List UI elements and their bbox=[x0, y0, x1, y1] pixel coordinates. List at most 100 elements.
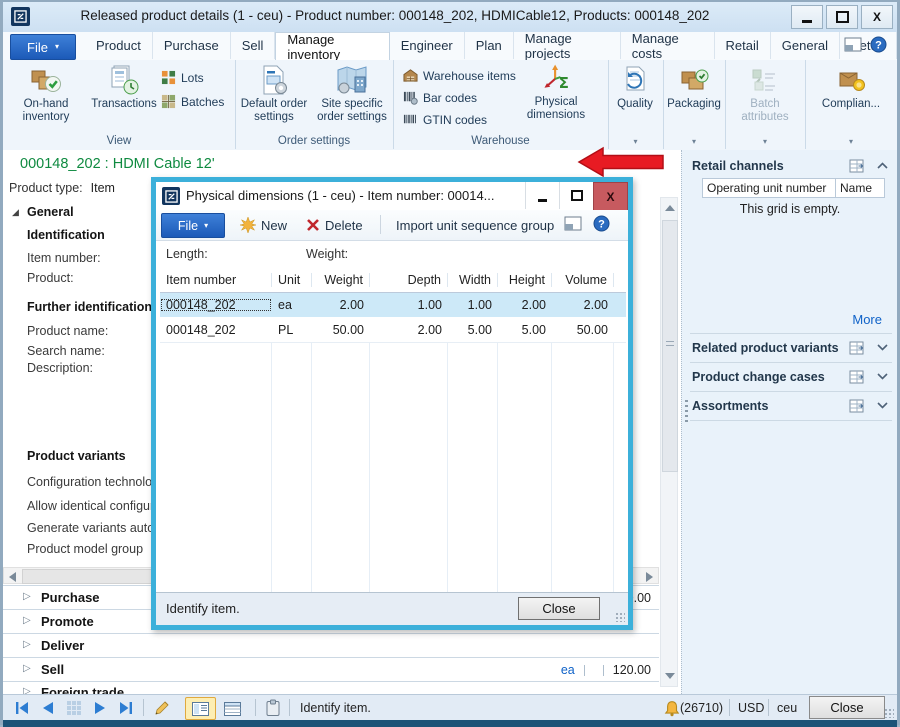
minimize-button[interactable] bbox=[791, 5, 823, 29]
column-operating-unit-number[interactable]: Operating unit number bbox=[702, 178, 836, 198]
last-record-icon[interactable] bbox=[117, 699, 135, 717]
tab-manage-inventory[interactable]: Manage inventory bbox=[275, 32, 389, 62]
tree-item-allow-identical[interactable]: Allow identical configurations bbox=[27, 499, 152, 515]
tab-retail[interactable]: Retail bbox=[715, 32, 771, 59]
tab-product[interactable]: Product bbox=[85, 32, 153, 59]
chevron-up-icon[interactable] bbox=[877, 162, 888, 169]
grid-row-selected[interactable]: 000148_202 ea 2.00 1.00 1.00 2.00 2.00 bbox=[160, 293, 626, 317]
warehouse-items-button[interactable]: Warehouse items bbox=[403, 66, 516, 85]
toggle-pane-icon[interactable] bbox=[844, 37, 862, 52]
tree-item-product-name[interactable]: Product name: bbox=[27, 324, 108, 340]
dialog-file-menu-button[interactable]: File ▾ bbox=[161, 213, 225, 238]
tree-item-item-number[interactable]: Item number: bbox=[27, 251, 101, 267]
batches-button[interactable]: Batches bbox=[161, 92, 224, 111]
factbox-assortments[interactable]: Assortments bbox=[692, 394, 890, 420]
default-order-settings-button[interactable]: Default order settings bbox=[237, 64, 311, 124]
column-depth[interactable]: Depth bbox=[370, 273, 448, 287]
company-indicator[interactable]: ceu bbox=[777, 701, 797, 715]
dialog-close-button[interactable]: X bbox=[593, 182, 628, 211]
column-unit[interactable]: Unit bbox=[272, 273, 312, 287]
tree-item-search-name[interactable]: Search name: bbox=[27, 344, 105, 360]
scroll-down-icon[interactable] bbox=[665, 673, 675, 679]
statusbar-close-button[interactable]: Close bbox=[809, 696, 885, 719]
tab-general[interactable]: General bbox=[771, 32, 840, 59]
file-menu-button[interactable]: File ▾ bbox=[10, 34, 76, 60]
dialog-maximize-button[interactable] bbox=[559, 182, 593, 209]
scroll-right-icon[interactable] bbox=[646, 572, 653, 582]
tree-item-identification[interactable]: Identification bbox=[27, 228, 105, 244]
fasttab-foreign-trade[interactable]: ▷ Foreign trade bbox=[3, 681, 659, 694]
tree-item-generate-variants[interactable]: Generate variants automatically bbox=[27, 521, 152, 537]
compliance-dropdown-icon[interactable]: ▾ bbox=[805, 137, 897, 146]
site-specific-order-settings-button[interactable]: Site specific order settings bbox=[315, 64, 389, 124]
currency-indicator[interactable]: USD bbox=[738, 701, 764, 715]
window-resize-grip[interactable] bbox=[884, 708, 894, 718]
scroll-left-icon[interactable] bbox=[9, 572, 16, 582]
column-volume[interactable]: Volume bbox=[552, 273, 614, 287]
grid-view-icon[interactable] bbox=[65, 699, 83, 717]
factbox-retail-channels[interactable]: Retail channels bbox=[692, 154, 890, 180]
column-item-number[interactable]: Item number bbox=[160, 273, 272, 287]
column-height[interactable]: Height bbox=[498, 273, 552, 287]
fasttab-sell[interactable]: ▷ Sell ea120.00 bbox=[3, 657, 659, 682]
new-button[interactable]: New bbox=[240, 214, 287, 236]
dialog-minimize-button[interactable] bbox=[525, 182, 559, 209]
tree-item-product-model-group[interactable]: Product model group bbox=[27, 542, 143, 558]
tree-item-description[interactable]: Description: bbox=[27, 361, 93, 377]
next-record-icon[interactable] bbox=[91, 699, 109, 717]
packaging-button[interactable]: Packaging bbox=[657, 64, 731, 111]
help-icon[interactable]: ? bbox=[870, 36, 887, 53]
dialog-close-action-button[interactable]: Close bbox=[518, 597, 600, 620]
tree-item-further-identification[interactable]: Further identification bbox=[27, 300, 152, 316]
factbox-related-product-variants[interactable]: Related product variants bbox=[692, 336, 890, 362]
maximize-button[interactable] bbox=[826, 5, 858, 29]
factbox-product-change-cases[interactable]: Product change cases bbox=[692, 365, 890, 391]
tree-item-product-variants[interactable]: Product variants bbox=[27, 449, 126, 465]
attachments-icon[interactable] bbox=[264, 699, 282, 717]
chevron-down-icon[interactable] bbox=[877, 373, 888, 380]
bar-codes-button[interactable]: Bar codes bbox=[403, 88, 516, 107]
tree-item-configuration-technology[interactable]: Configuration technology bbox=[27, 475, 152, 491]
close-button[interactable]: X bbox=[861, 5, 893, 29]
tab-plan[interactable]: Plan bbox=[465, 32, 514, 59]
edit-record-icon[interactable] bbox=[153, 699, 171, 717]
column-name[interactable]: Name bbox=[836, 178, 885, 198]
fasttab-deliver[interactable]: ▷ Deliver bbox=[3, 633, 659, 658]
vertical-scrollbar[interactable] bbox=[660, 197, 678, 687]
pane-drag-handle[interactable] bbox=[685, 400, 688, 422]
chevron-down-icon[interactable] bbox=[877, 402, 888, 409]
compliance-button[interactable]: Complian... bbox=[814, 64, 888, 111]
gtin-codes-button[interactable]: GTIN codes bbox=[403, 110, 516, 129]
grid-view-toggle[interactable] bbox=[217, 697, 248, 720]
tab-manage-projects[interactable]: Manage projects bbox=[514, 32, 621, 59]
packaging-dropdown-icon[interactable]: ▾ bbox=[663, 137, 725, 146]
onhand-inventory-button[interactable]: On-hand inventory bbox=[9, 64, 83, 124]
notifications-count[interactable]: (26710) bbox=[680, 701, 723, 715]
resize-grip[interactable] bbox=[615, 612, 625, 622]
tree-item-general[interactable]: ◢General bbox=[27, 205, 74, 221]
scroll-up-icon[interactable] bbox=[665, 205, 675, 211]
column-weight[interactable]: Weight bbox=[312, 273, 370, 287]
tab-purchase[interactable]: Purchase bbox=[153, 32, 231, 59]
notifications-bell-icon[interactable] bbox=[663, 700, 681, 718]
tab-manage-costs[interactable]: Manage costs bbox=[621, 32, 715, 59]
sell-unit-value[interactable]: ea bbox=[561, 663, 575, 677]
first-record-icon[interactable] bbox=[13, 699, 31, 717]
lots-button[interactable]: Lots bbox=[161, 68, 224, 87]
physical-dimensions-button[interactable]: Σ Physical dimensions bbox=[519, 62, 593, 122]
tab-engineer[interactable]: Engineer bbox=[390, 32, 465, 59]
form-view-toggle[interactable] bbox=[185, 697, 216, 720]
previous-record-icon[interactable] bbox=[39, 699, 57, 717]
vertical-scrollbar-thumb[interactable] bbox=[662, 220, 678, 472]
delete-button[interactable]: Delete bbox=[306, 214, 363, 236]
grid-row[interactable]: 000148_202 PL 50.00 2.00 5.00 5.00 50.00 bbox=[160, 317, 626, 343]
transactions-button[interactable]: Transactions bbox=[87, 64, 161, 111]
chevron-down-icon[interactable] bbox=[877, 344, 888, 351]
dialog-help-icon[interactable]: ? bbox=[593, 215, 610, 232]
tab-sell[interactable]: Sell bbox=[231, 32, 276, 59]
dialog-toggle-pane-icon[interactable] bbox=[564, 216, 582, 231]
import-unit-sequence-group-button[interactable]: Import unit sequence group bbox=[396, 214, 554, 236]
column-width[interactable]: Width bbox=[448, 273, 498, 287]
tree-item-product[interactable]: Product: bbox=[27, 271, 74, 287]
more-link[interactable]: More bbox=[852, 312, 882, 327]
